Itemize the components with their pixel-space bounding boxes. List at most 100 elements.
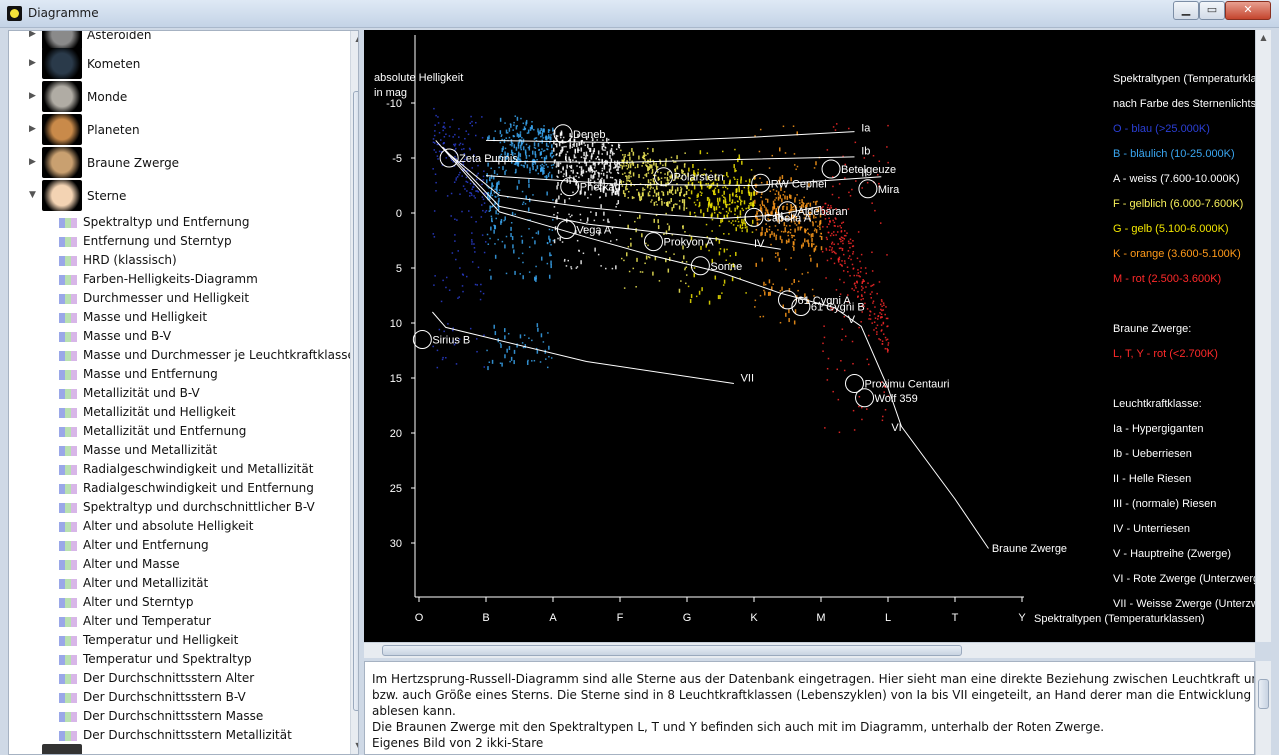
collapsed-arrow-icon[interactable]: ▶	[29, 91, 36, 101]
star-point	[812, 222, 814, 227]
star-point	[513, 349, 516, 354]
maximize-button[interactable]: ▭	[1199, 1, 1225, 20]
tree-item[interactable]: Masse und Metallizität	[59, 441, 349, 460]
tree-item[interactable]: Der Durchschnittsstern Alter	[59, 669, 349, 688]
tree-item[interactable]: Der Durchschnittsstern B-V	[59, 688, 349, 707]
star-point	[572, 159, 574, 161]
tree-item[interactable]: Entfernung und Sterntyp	[59, 232, 349, 251]
star-point	[720, 219, 722, 224]
tree-item[interactable]: Radialgeschwindigkeit und Metallizität	[59, 460, 349, 479]
tree-item[interactable]: Masse und B-V	[59, 327, 349, 346]
star-point	[783, 191, 786, 193]
star-point	[738, 154, 741, 159]
star-point	[510, 356, 513, 361]
tree-item[interactable]: Masse und Entfernung	[59, 365, 349, 384]
title-bar[interactable]: Diagramme ▁ ▭ ✕	[0, 0, 1279, 28]
star-point	[761, 257, 764, 262]
collapsed-arrow-icon[interactable]: ▶	[29, 157, 36, 167]
expanded-arrow-icon[interactable]: ▼	[29, 190, 36, 200]
tree-scrollbar[interactable]: ▲ ▼	[350, 31, 358, 754]
tree-item[interactable]: Alter und Entfernung	[59, 536, 349, 555]
star-point	[796, 165, 799, 168]
tree-item[interactable]: Spektraltyp und durchschnittlicher B-V	[59, 498, 349, 517]
star-point	[844, 262, 846, 265]
star-point	[456, 219, 458, 221]
tree-item[interactable]: Metallizität und B-V	[59, 384, 349, 403]
tree-category[interactable]: ▶ Planeten	[9, 114, 339, 147]
tree-item[interactable]: Metallizität und Helligkeit	[59, 403, 349, 422]
star-point	[497, 195, 499, 197]
star-point	[548, 355, 550, 358]
tree-item[interactable]: Masse und Helligkeit	[59, 308, 349, 327]
tree-item[interactable]: Spektraltyp und Entfernung	[59, 213, 349, 232]
chart-vertical-scrollbar[interactable]: ▲	[1255, 30, 1271, 642]
star-point	[497, 213, 499, 215]
scroll-up-icon[interactable]: ▲	[1258, 33, 1269, 45]
tree-item[interactable]: Alter und Masse	[59, 555, 349, 574]
star-point	[851, 263, 854, 266]
chart-hscroll-thumb[interactable]	[382, 645, 962, 656]
tree-scroll-thumb[interactable]	[353, 91, 358, 711]
collapsed-arrow-icon[interactable]: ▶	[29, 31, 36, 39]
chart-horizontal-scrollbar[interactable]	[364, 642, 1255, 658]
scroll-down-icon[interactable]: ▼	[353, 741, 358, 753]
tree-category[interactable]	[9, 744, 339, 754]
star-point	[858, 405, 860, 408]
scroll-up-icon[interactable]: ▲	[353, 34, 358, 46]
description-scrollbar[interactable]	[1255, 661, 1271, 755]
star-point	[459, 171, 461, 174]
tree-item[interactable]: Radialgeschwindigkeit und Entfernung	[59, 479, 349, 498]
star-point	[832, 390, 834, 393]
star-point	[771, 154, 774, 157]
tree-item[interactable]: HRD (klassisch)	[59, 251, 349, 270]
chart-item-icon	[59, 655, 77, 665]
star-point	[870, 285, 872, 287]
diagram-tree[interactable]: ▶ Asteroiden ▶ Kometen ▶ Monde ▶ Planeten ▶ Braun…	[8, 30, 359, 755]
close-button[interactable]: ✕	[1225, 1, 1271, 20]
star-point	[474, 134, 477, 137]
star-point	[586, 154, 589, 157]
tree-item[interactable]: Durchmesser und Helligkeit	[59, 289, 349, 308]
star-point	[546, 176, 548, 179]
star-point	[657, 225, 660, 230]
star-point	[555, 166, 558, 168]
collapsed-arrow-icon[interactable]: ▶	[29, 124, 36, 134]
tree-item[interactable]: Alter und absolute Helligkeit	[59, 517, 349, 536]
tree-item[interactable]: Der Durchschnittsstern Metallizität	[59, 726, 349, 745]
star-point	[657, 176, 660, 181]
star-point	[487, 366, 489, 371]
star-point	[489, 176, 491, 181]
star-point	[638, 155, 640, 160]
tree-category[interactable]: ▶ Monde	[9, 81, 339, 114]
description-scroll-thumb[interactable]	[1258, 679, 1269, 709]
tree-category[interactable]: ▶ Kometen	[9, 48, 339, 81]
star-point	[847, 240, 850, 243]
tree-item[interactable]: Temperatur und Spektraltyp	[59, 650, 349, 669]
collapsed-arrow-icon[interactable]: ▶	[29, 58, 36, 68]
star-label: Sonne	[710, 261, 742, 273]
star-point	[547, 332, 549, 334]
tree-item[interactable]: Der Durchschnittsstern Masse	[59, 707, 349, 726]
star-point	[553, 206, 556, 208]
tree-item[interactable]: Farben-Helligkeits-Diagramm	[59, 270, 349, 289]
tree-item[interactable]: Alter und Metallizität	[59, 574, 349, 593]
tree-item[interactable]: Metallizität und Entfernung	[59, 422, 349, 441]
star-point	[697, 193, 699, 198]
star-point	[741, 227, 743, 230]
minimize-button[interactable]: ▁	[1173, 1, 1199, 20]
star-point	[534, 240, 536, 245]
tree-item[interactable]: Temperatur und Helligkeit	[59, 631, 349, 650]
star-point	[625, 175, 627, 177]
tree-category[interactable]: ▼ Sterne	[9, 180, 339, 213]
tree-category[interactable]: ▶ Braune Zwerge	[9, 147, 339, 180]
star-point	[828, 223, 830, 225]
star-point	[832, 185, 834, 188]
star-point	[683, 255, 685, 260]
tree-item[interactable]: Alter und Temperatur	[59, 612, 349, 631]
star-point	[499, 130, 502, 135]
star-point	[822, 226, 824, 228]
star-point	[714, 275, 717, 280]
star-point	[665, 230, 668, 235]
tree-item[interactable]: Masse und Durchmesser je Leuchtkraftklas…	[59, 346, 355, 365]
tree-item[interactable]: Alter und Sterntyp	[59, 593, 349, 612]
